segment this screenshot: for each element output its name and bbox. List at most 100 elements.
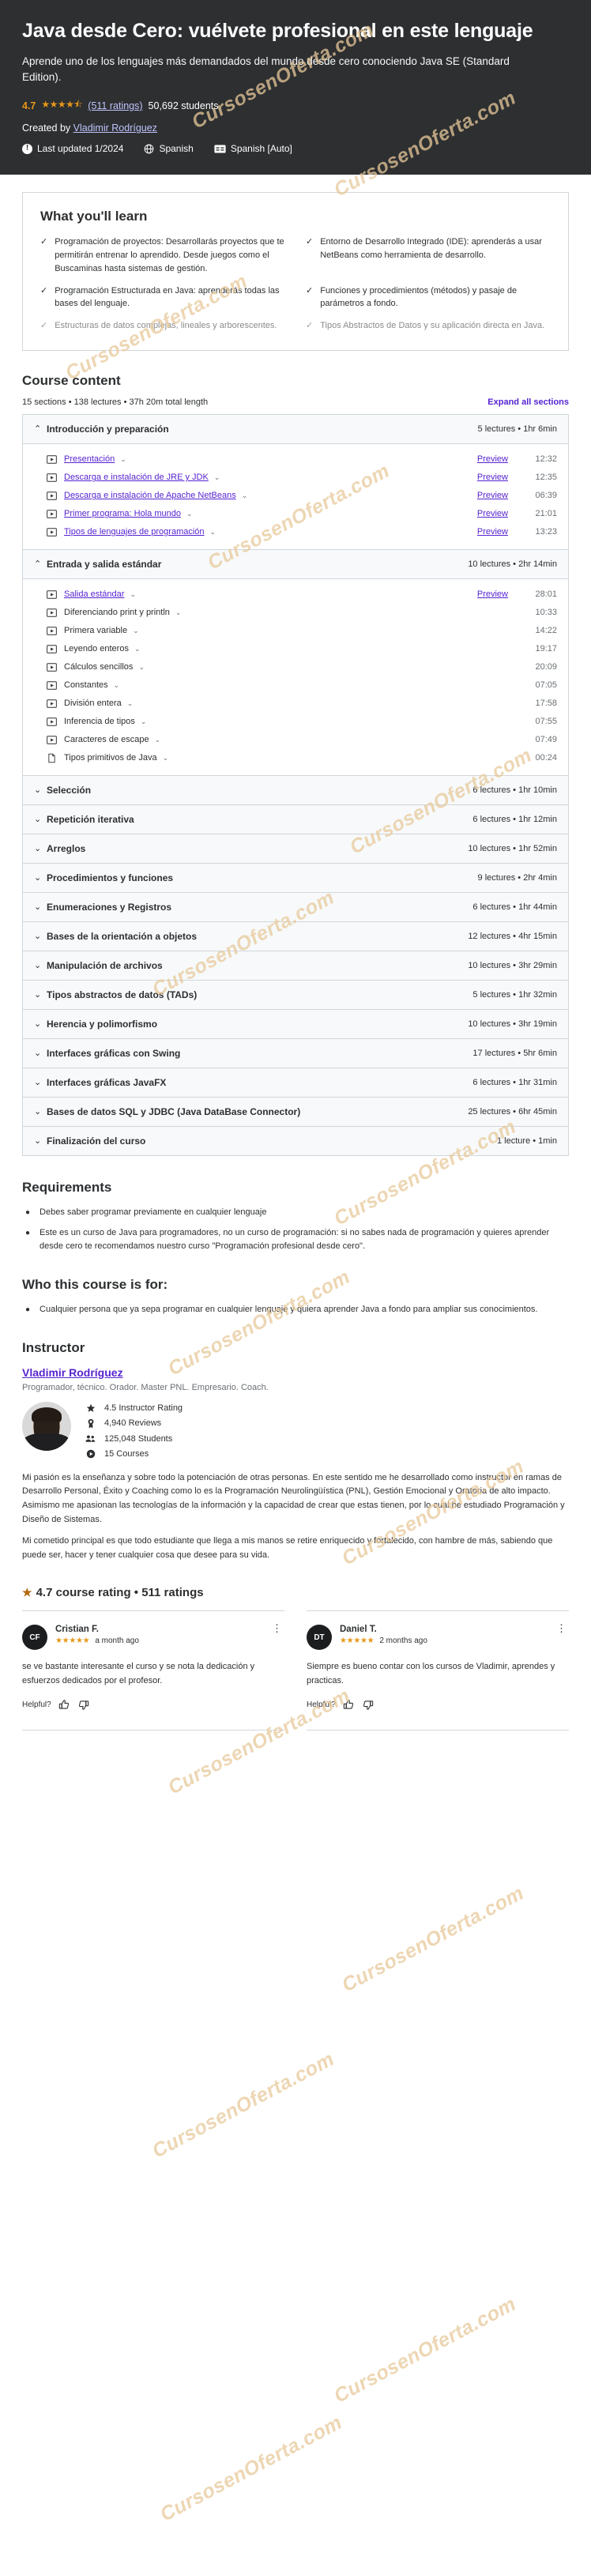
learn-item-text: Entorno de Desarrollo Integrado (IDE): a…: [320, 237, 542, 261]
chevron-down-icon[interactable]: ⌄: [120, 455, 126, 464]
lecture-title[interactable]: Descarga e instalación de JRE y JDK ⌄: [64, 473, 477, 482]
expand-all-sections-button[interactable]: Expand all sections: [487, 397, 569, 407]
lecture-row[interactable]: Salida estándar ⌄ Preview 28:01: [23, 586, 568, 604]
preview-link[interactable]: Preview: [477, 454, 508, 464]
language-text: Spanish: [159, 143, 194, 155]
lecture-row[interactable]: Descarga e instalación de JRE y JDK ⌄ Prev…: [23, 469, 568, 487]
video-icon: [47, 680, 58, 691]
lecture-title-text: Salida estándar: [64, 589, 125, 600]
chevron-down-icon[interactable]: ⌄: [114, 681, 120, 690]
instructor-stat-text: 4,940 Reviews: [104, 1418, 162, 1429]
lecture-duration: 20:09: [535, 662, 557, 672]
thumbs-down-icon[interactable]: [362, 1699, 374, 1711]
lecture-title[interactable]: Salida estándar ⌄: [64, 589, 477, 599]
video-icon: [47, 644, 58, 654]
bullet-icon: ●: [25, 1228, 31, 1237]
preview-link[interactable]: Preview: [477, 589, 508, 599]
curriculum-section-header[interactable]: ⌄ Finalización del curso 1 lecture • 1min: [23, 1126, 568, 1155]
lecture-row[interactable]: Inferencia de tipos ⌄ 07:55: [23, 713, 568, 731]
chevron-down-icon[interactable]: ⌄: [186, 510, 193, 518]
exclamation-icon: !: [22, 143, 32, 154]
preview-link[interactable]: Preview: [477, 473, 508, 482]
curriculum-section-header[interactable]: ⌄ Manipulación de archivos 10 lectures • 3…: [23, 951, 568, 981]
curriculum-section-header[interactable]: ⌄ Arreglos 10 lectures • 1hr 52min: [23, 834, 568, 864]
video-icon: [47, 527, 58, 537]
thumbs-down-icon[interactable]: [77, 1699, 89, 1711]
what-you-will-learn-heading: What you'll learn: [40, 209, 148, 224]
review-text: se ve bastante interesante el curso y se…: [22, 1662, 255, 1686]
lecture-row[interactable]: Primer programa: Hola mundo ⌄ Preview 21:01: [23, 505, 568, 523]
preview-link[interactable]: Preview: [477, 527, 508, 537]
chevron-down-icon: ⌄: [34, 990, 42, 1000]
preview-link[interactable]: Preview: [477, 509, 508, 518]
check-icon: ✓: [40, 285, 48, 296]
curriculum-section-header[interactable]: ⌄ Interfaces gráficas con Swing 17 lecture…: [23, 1038, 568, 1068]
chevron-down-icon[interactable]: ⌄: [155, 736, 161, 744]
star-icon: ★: [22, 1586, 32, 1599]
chevron-down-icon[interactable]: ⌄: [133, 627, 139, 635]
review-card: CF Cristian F. ★★★★★ a month ago ⋮ se ve bast…: [22, 1610, 284, 1721]
watermark: CursosenOferta.com: [149, 2047, 338, 2163]
list-item: ● Cualquier persona que ya sepa programar…: [22, 1303, 569, 1316]
lecture-row[interactable]: Descarga e instalación de Apache NetBean…: [23, 487, 568, 505]
captions-text: Spanish [Auto]: [230, 143, 292, 155]
curriculum-section-header[interactable]: ⌄ Bases de datos SQL y JDBC (Java DataBas…: [23, 1097, 568, 1127]
section-meta: 17 lectures • 5hr 6min: [472, 1048, 557, 1058]
chevron-down-icon[interactable]: ⌄: [141, 717, 147, 726]
reviews-grid: CF Cristian F. ★★★★★ a month ago ⋮ se ve bast…: [22, 1602, 569, 1721]
lecture-row[interactable]: Cálculos sencillos ⌄ 20:09: [23, 658, 568, 676]
lecture-row[interactable]: Diferenciando print y println ⌄ 10:33: [23, 604, 568, 622]
chevron-down-icon[interactable]: ⌄: [134, 645, 141, 653]
learn-item-text: Programación de proyectos: Desarrollarás…: [55, 237, 284, 273]
instructor-name-link[interactable]: Vladimir Rodríguez: [22, 1366, 123, 1379]
curriculum-section-header[interactable]: ⌃ Entrada y salida estándar 10 lectures • …: [23, 549, 568, 579]
curriculum-section-header[interactable]: ⌄ Herencia y polimorfismo 10 lectures • 3h…: [23, 1009, 568, 1039]
curriculum-section-header[interactable]: ⌄ Bases de la orientación a objetos 12 lec…: [23, 921, 568, 951]
section-title: Herencia y polimorfismo: [47, 1018, 158, 1030]
lecture-row[interactable]: Tipos de lenguajes de programación ⌄ Previ…: [23, 523, 568, 541]
lecture-row[interactable]: Tipos primitivos de Java ⌄ 00:24: [23, 749, 568, 767]
chevron-down-icon[interactable]: ⌄: [214, 473, 220, 482]
chevron-down-icon[interactable]: ⌄: [242, 491, 248, 500]
more-options-icon[interactable]: ⋮: [554, 1623, 569, 1634]
chevron-down-icon[interactable]: ⌄: [127, 699, 134, 708]
curriculum-section-header[interactable]: ⌄ Repetición iterativa 6 lectures • 1hr 12…: [23, 804, 568, 834]
lecture-title[interactable]: Tipos de lenguajes de programación ⌄: [64, 527, 477, 537]
curriculum-section-header[interactable]: ⌄ Enumeraciones y Registros 6 lectures • 1…: [23, 892, 568, 922]
lecture-row[interactable]: Constantes ⌄ 07:05: [23, 676, 568, 695]
lecture-title-text: Caracteres de escape: [64, 735, 149, 745]
lecture-row[interactable]: Presentación ⌄ Preview 12:32: [23, 450, 568, 469]
section-title: Bases de la orientación a objetos: [47, 930, 198, 942]
lecture-row[interactable]: División entera ⌄ 17:58: [23, 695, 568, 713]
language-item: Spanish: [144, 143, 194, 155]
learn-item: ✓ Programación Estructurada en Java: apre…: [40, 284, 285, 311]
curriculum-section-header[interactable]: ⌄ Procedimientos y funciones 9 lectures • …: [23, 863, 568, 893]
lecture-title-text: Descarga e instalación de Apache NetBean…: [64, 491, 236, 501]
chevron-down-icon[interactable]: ⌄: [163, 754, 169, 763]
curriculum-section-header[interactable]: ⌄ Selección 6 lectures • 1hr 10min: [23, 775, 568, 805]
lecture-row[interactable]: Primera variable ⌄ 14:22: [23, 622, 568, 640]
instructor-stat: 15 Courses: [85, 1449, 183, 1459]
lecture-row[interactable]: Leyendo enteros ⌄ 19:17: [23, 640, 568, 658]
curriculum-section-header[interactable]: ⌄ Interfaces gráficas JavaFX 6 lectures • …: [23, 1068, 568, 1098]
thumbs-up-icon[interactable]: [58, 1699, 70, 1711]
chevron-down-icon[interactable]: ⌄: [138, 663, 145, 672]
thumbs-up-icon[interactable]: [343, 1699, 355, 1711]
chevron-down-icon: ⌄: [34, 1049, 42, 1059]
chevron-down-icon[interactable]: ⌄: [210, 528, 216, 537]
preview-link[interactable]: Preview: [477, 491, 508, 500]
curriculum-section-header[interactable]: ⌄ Tipos abstractos de datos (TADs) 5 lectu…: [23, 980, 568, 1010]
lecture-row[interactable]: Caracteres de escape ⌄ 07:49: [23, 731, 568, 749]
what-you-will-learn-grid: ✓ Programación de proyectos: Desarrollará…: [40, 235, 551, 332]
lecture-title[interactable]: Presentación ⌄: [64, 454, 477, 464]
lecture-title[interactable]: Descarga e instalación de Apache NetBean…: [64, 491, 477, 500]
curriculum-section-header[interactable]: ⌃ Introducción y preparación 5 lectures • …: [23, 414, 568, 444]
ratings-count-link[interactable]: (511 ratings): [88, 100, 142, 111]
lecture-title: Inferencia de tipos ⌄: [64, 717, 525, 726]
lecture-title[interactable]: Primer programa: Hola mundo ⌄: [64, 509, 477, 518]
instructor-link[interactable]: Vladimir Rodríguez: [73, 122, 157, 134]
instructor-stat-text: 125,048 Students: [104, 1433, 173, 1444]
chevron-down-icon[interactable]: ⌄: [130, 590, 136, 599]
chevron-down-icon[interactable]: ⌄: [175, 608, 182, 617]
more-options-icon[interactable]: ⋮: [269, 1623, 284, 1634]
